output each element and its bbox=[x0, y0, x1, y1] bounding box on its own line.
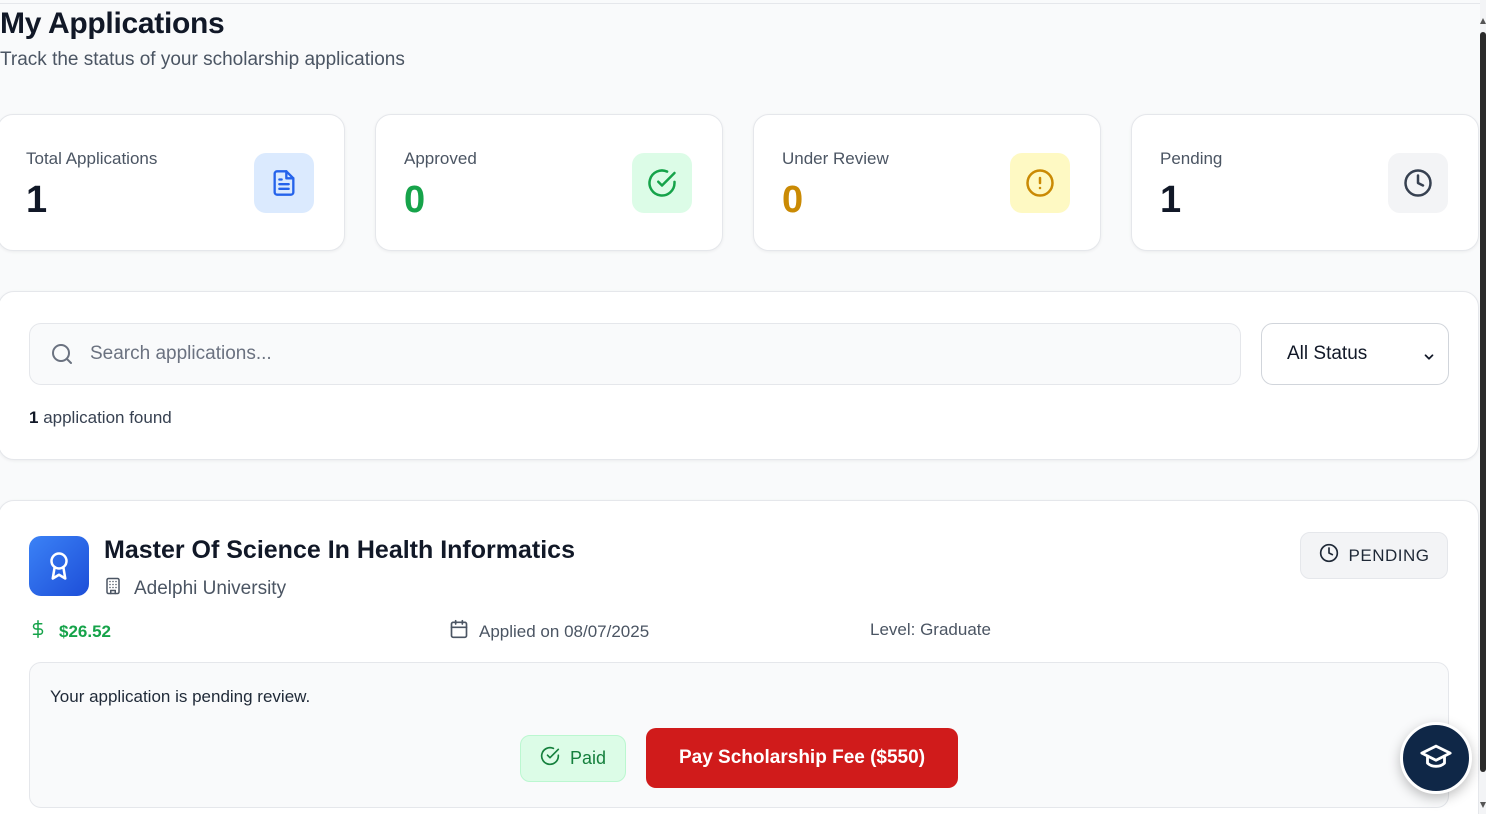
applied-date: Applied on 08/07/2025 bbox=[449, 619, 649, 644]
stat-value: 0 bbox=[404, 179, 426, 221]
stat-value: 1 bbox=[1160, 179, 1182, 221]
application-card: Master Of Science In Health Informatics … bbox=[0, 500, 1479, 814]
graduation-cap-icon bbox=[1419, 739, 1453, 778]
status-badge: PENDING bbox=[1300, 532, 1448, 579]
notice-text: Your application is pending review. bbox=[50, 687, 311, 706]
scholarship-amount: $26.52 bbox=[29, 619, 111, 644]
paid-label: Paid bbox=[569, 748, 607, 768]
page-scrollbar[interactable] bbox=[1480, 0, 1486, 814]
clock-icon bbox=[1319, 543, 1339, 568]
clock-icon bbox=[1388, 153, 1448, 213]
status-filter-value: All Status bbox=[1287, 343, 1368, 364]
pay-scholarship-fee-button[interactable]: Pay Scholarship Fee ($550) bbox=[646, 728, 958, 788]
stat-label: Pending bbox=[1160, 149, 1223, 168]
search-icon bbox=[50, 342, 74, 371]
page-title: My Applications bbox=[0, 7, 225, 40]
alert-circle-icon bbox=[1010, 153, 1070, 213]
stat-label: Total Applications bbox=[26, 149, 158, 168]
degree-level: Level: Graduate bbox=[870, 620, 991, 639]
top-divider bbox=[0, 3, 1480, 4]
scroll-down-arrow[interactable] bbox=[1480, 802, 1486, 808]
stat-card-total: Total Applications 1 bbox=[0, 114, 345, 251]
stat-value: 1 bbox=[26, 179, 48, 221]
scroll-up-arrow[interactable] bbox=[1480, 18, 1486, 24]
applied-date-text: Applied on 08/07/2025 bbox=[479, 621, 650, 641]
stat-label: Approved bbox=[404, 149, 477, 168]
page-subtitle: Track the status of your scholarship app… bbox=[0, 49, 405, 70]
university-name: Adelphi University bbox=[134, 578, 287, 599]
graduation-cap-fab[interactable] bbox=[1400, 722, 1472, 794]
dollar-icon bbox=[29, 619, 47, 644]
amount-value: $26.52 bbox=[59, 621, 111, 641]
paid-badge: Paid bbox=[520, 735, 626, 782]
document-icon bbox=[254, 153, 314, 213]
filter-panel: All Status 1 application found bbox=[0, 291, 1479, 460]
stat-label: Under Review bbox=[782, 149, 889, 168]
results-count-label: application found bbox=[38, 408, 172, 427]
check-circle-icon bbox=[632, 153, 692, 213]
results-count: 1 application found bbox=[29, 408, 172, 428]
stat-value: 0 bbox=[782, 179, 804, 221]
chevron-down-icon bbox=[1422, 348, 1436, 370]
building-icon bbox=[104, 576, 122, 602]
search-input[interactable] bbox=[90, 324, 1220, 384]
check-circle-icon bbox=[540, 746, 560, 771]
calendar-icon bbox=[449, 619, 469, 644]
scrollbar-thumb[interactable] bbox=[1480, 32, 1486, 772]
application-title: Master Of Science In Health Informatics bbox=[104, 536, 575, 564]
status-notice: Your application is pending review. Paid… bbox=[29, 662, 1449, 808]
status-badge-label: PENDING bbox=[1348, 545, 1430, 565]
stat-card-pending: Pending 1 bbox=[1131, 114, 1479, 251]
award-icon bbox=[29, 536, 89, 596]
status-filter-select[interactable]: All Status bbox=[1261, 323, 1449, 385]
search-box bbox=[29, 323, 1241, 385]
application-university: Adelphi University bbox=[104, 576, 286, 602]
stat-card-approved: Approved 0 bbox=[375, 114, 723, 251]
stat-card-under-review: Under Review 0 bbox=[753, 114, 1101, 251]
